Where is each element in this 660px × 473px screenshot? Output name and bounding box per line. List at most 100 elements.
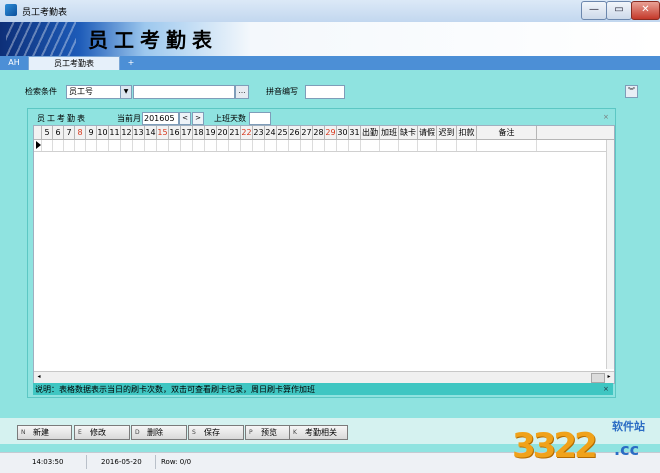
column-header[interactable]: 30 bbox=[337, 126, 349, 139]
column-header[interactable]: 18 bbox=[193, 126, 205, 139]
collapse-icon[interactable]: ︾ bbox=[625, 85, 638, 98]
table-cell[interactable] bbox=[361, 140, 380, 151]
column-header[interactable]: 19 bbox=[205, 126, 217, 139]
table-cell[interactable] bbox=[457, 140, 477, 151]
table-cell[interactable] bbox=[313, 140, 325, 151]
search-field-select[interactable]: 员工号 ▼ bbox=[66, 85, 132, 99]
column-header[interactable]: 5 bbox=[42, 126, 53, 139]
group-close-icon[interactable]: × bbox=[603, 113, 609, 121]
table-cell[interactable] bbox=[97, 140, 109, 151]
table-cell[interactable] bbox=[241, 140, 253, 151]
column-header[interactable]: 17 bbox=[181, 126, 193, 139]
column-header[interactable]: 26 bbox=[289, 126, 301, 139]
vertical-scrollbar[interactable] bbox=[606, 140, 614, 369]
scroll-right-icon[interactable]: ▸ bbox=[604, 372, 614, 382]
table-cell[interactable] bbox=[34, 140, 42, 151]
column-header[interactable]: 6 bbox=[53, 126, 64, 139]
table-row[interactable] bbox=[34, 140, 614, 152]
table-cell[interactable] bbox=[42, 140, 53, 151]
column-header[interactable]: 缺卡 bbox=[399, 126, 418, 139]
search-browse-button[interactable]: … bbox=[235, 85, 249, 99]
column-header[interactable]: 31 bbox=[349, 126, 361, 139]
column-header[interactable]: 请假 bbox=[418, 126, 437, 139]
column-header[interactable]: 22 bbox=[241, 126, 253, 139]
table-cell[interactable] bbox=[217, 140, 229, 151]
save-button[interactable]: S 保存 bbox=[188, 425, 244, 440]
column-header[interactable]: 27 bbox=[301, 126, 313, 139]
column-header[interactable]: 11 bbox=[109, 126, 121, 139]
column-header[interactable]: 25 bbox=[277, 126, 289, 139]
next-month-button[interactable]: > bbox=[192, 112, 204, 125]
column-header[interactable]: 10 bbox=[97, 126, 109, 139]
column-header[interactable]: 16 bbox=[169, 126, 181, 139]
table-cell[interactable] bbox=[121, 140, 133, 151]
table-cell[interactable] bbox=[301, 140, 313, 151]
scroll-thumb[interactable] bbox=[591, 373, 605, 383]
column-header[interactable]: 加班 bbox=[380, 126, 399, 139]
column-header[interactable] bbox=[34, 126, 42, 139]
scroll-left-icon[interactable]: ◂ bbox=[34, 372, 44, 382]
new-button[interactable]: N 新建 bbox=[17, 425, 72, 440]
column-header[interactable]: 出勤 bbox=[361, 126, 380, 139]
table-cell[interactable] bbox=[157, 140, 169, 151]
column-header[interactable]: 21 bbox=[229, 126, 241, 139]
table-cell[interactable] bbox=[53, 140, 64, 151]
column-header[interactable]: 28 bbox=[313, 126, 325, 139]
workdays-input[interactable] bbox=[249, 112, 271, 125]
table-cell[interactable] bbox=[145, 140, 157, 151]
column-header[interactable]: 7 bbox=[64, 126, 75, 139]
table-cell[interactable] bbox=[109, 140, 121, 151]
column-header[interactable]: 12 bbox=[121, 126, 133, 139]
table-cell[interactable] bbox=[64, 140, 75, 151]
table-cell[interactable] bbox=[349, 140, 361, 151]
column-header[interactable]: 15 bbox=[157, 126, 169, 139]
table-cell[interactable] bbox=[437, 140, 457, 151]
table-cell[interactable] bbox=[337, 140, 349, 151]
tab-ah[interactable]: AH bbox=[3, 56, 25, 69]
table-cell[interactable] bbox=[205, 140, 217, 151]
attendance-related-button[interactable]: K 考勤相关 bbox=[289, 425, 348, 440]
maximize-button[interactable]: ▭ bbox=[606, 1, 632, 20]
table-cell[interactable] bbox=[265, 140, 277, 151]
month-input[interactable]: 201605 bbox=[142, 112, 179, 125]
column-header[interactable]: 29 bbox=[325, 126, 337, 139]
horizontal-scrollbar[interactable]: ◂ ▸ bbox=[34, 371, 614, 383]
delete-button[interactable]: D 删除 bbox=[131, 425, 187, 440]
column-header[interactable]: 扣款 bbox=[457, 126, 477, 139]
table-cell[interactable] bbox=[399, 140, 418, 151]
column-header[interactable]: 9 bbox=[86, 126, 97, 139]
column-header[interactable]: 24 bbox=[265, 126, 277, 139]
table-cell[interactable] bbox=[289, 140, 301, 151]
search-input[interactable] bbox=[133, 85, 235, 99]
note-close-icon[interactable]: × bbox=[603, 385, 609, 393]
table-cell[interactable] bbox=[169, 140, 181, 151]
table-cell[interactable] bbox=[86, 140, 97, 151]
column-header[interactable]: 13 bbox=[133, 126, 145, 139]
add-tab-button[interactable]: + bbox=[124, 56, 138, 69]
column-header[interactable]: 14 bbox=[145, 126, 157, 139]
table-cell[interactable] bbox=[75, 140, 86, 151]
pinyin-input[interactable] bbox=[305, 85, 345, 99]
table-cell[interactable] bbox=[418, 140, 437, 151]
prev-month-button[interactable]: < bbox=[179, 112, 191, 125]
table-cell[interactable] bbox=[380, 140, 399, 151]
table-cell[interactable] bbox=[181, 140, 193, 151]
table-cell[interactable] bbox=[133, 140, 145, 151]
close-button[interactable]: ✕ bbox=[631, 1, 660, 20]
column-header[interactable]: 8 bbox=[75, 126, 86, 139]
minimize-button[interactable]: — bbox=[581, 1, 607, 20]
table-cell[interactable] bbox=[253, 140, 265, 151]
table-cell[interactable] bbox=[277, 140, 289, 151]
column-header[interactable]: 20 bbox=[217, 126, 229, 139]
table-cell[interactable] bbox=[477, 140, 537, 151]
pinyin-label: 拼音编写 bbox=[266, 87, 298, 96]
edit-button[interactable]: E 修改 bbox=[74, 425, 130, 440]
attendance-grid[interactable]: 5 6 7 8 9 10 11 12 13 14 15 16 17 18 19 20 21 22 23 24 25 26 2… bbox=[33, 125, 615, 384]
column-header[interactable]: 备注 bbox=[477, 126, 537, 139]
table-cell[interactable] bbox=[229, 140, 241, 151]
table-cell[interactable] bbox=[193, 140, 205, 151]
column-header[interactable]: 23 bbox=[253, 126, 265, 139]
tab-attendance[interactable]: 员工考勤表 bbox=[28, 56, 120, 70]
column-header[interactable]: 迟到 bbox=[437, 126, 457, 139]
table-cell[interactable] bbox=[325, 140, 337, 151]
